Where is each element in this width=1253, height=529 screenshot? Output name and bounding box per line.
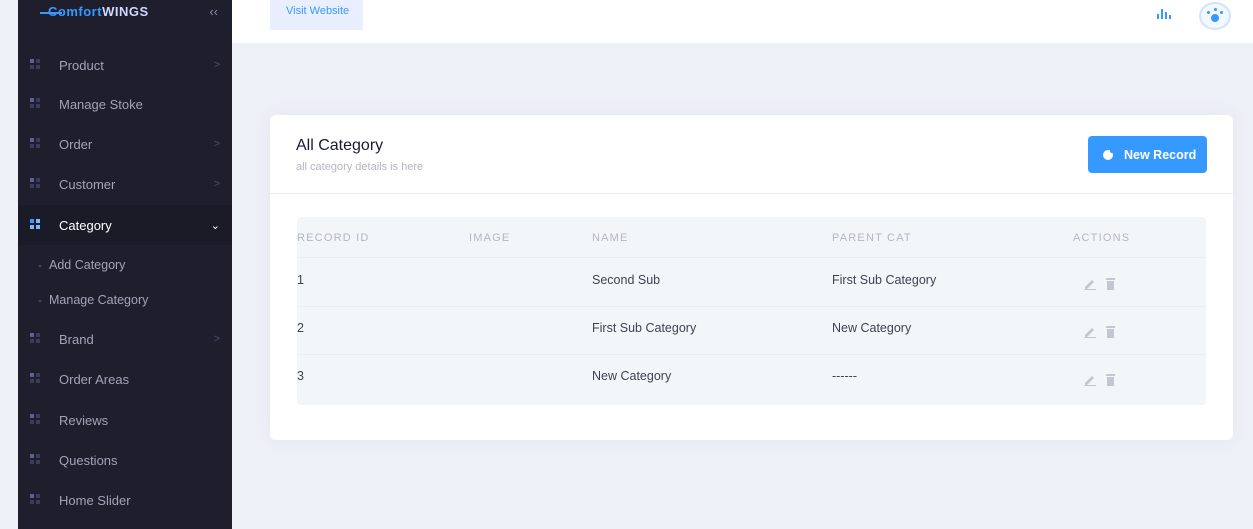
sidebar-item-label: Category — [59, 217, 112, 233]
grid-icon — [30, 333, 40, 343]
table-row: 1 Second Sub First Sub Category — [297, 259, 1206, 307]
new-record-label: New Record — [1124, 148, 1197, 162]
trash-icon[interactable] — [1106, 374, 1115, 386]
chevron-right-icon: > — [213, 178, 220, 190]
category-card: All Category all category details is her… — [270, 115, 1233, 440]
table-row: 3 New Category ------ — [297, 355, 1206, 403]
pencil-icon[interactable] — [1084, 374, 1096, 386]
cell-record-id: 3 — [297, 369, 304, 383]
column-header-image[interactable]: IMAGE — [469, 232, 510, 244]
sidebar-item-brand[interactable]: Brand > — [18, 319, 232, 359]
card-header: All Category all category details is her… — [270, 115, 1233, 194]
avatar[interactable] — [1199, 2, 1231, 30]
sidebar-item-label: Customer — [59, 176, 116, 192]
sidebar-subitem-label: Add Category — [49, 258, 126, 272]
sidebar-item-customer[interactable]: Customer > — [18, 164, 232, 204]
sidebar-item-order[interactable]: Order > — [18, 124, 232, 164]
grid-icon — [30, 454, 40, 464]
sidebar-item-label: Order Areas — [59, 371, 130, 387]
cell-parent-cat: First Sub Category — [832, 273, 937, 287]
pencil-icon[interactable] — [1084, 278, 1096, 290]
sidebar-item-label: Questions — [59, 452, 118, 468]
cell-parent-cat: ------ — [832, 369, 857, 383]
page-title: All Category — [296, 137, 384, 154]
page-subtitle: all category details is here — [296, 161, 424, 173]
sidebar-item-label: Product — [59, 57, 104, 73]
cell-name: Second Sub — [592, 273, 661, 287]
column-header-record-id[interactable]: RECORD ID — [297, 232, 370, 244]
sidebar-item-order-areas[interactable]: Order Areas — [18, 359, 232, 399]
sidebar-item-label: Home Slider — [59, 492, 131, 508]
cell-name: First Sub Category — [592, 321, 697, 335]
double-chevron-left-icon[interactable]: ‹‹ — [209, 4, 218, 19]
grid-icon — [30, 59, 40, 69]
sidebar-item-label: Brand — [59, 331, 94, 347]
column-header-name[interactable]: NAME — [592, 232, 629, 244]
sidebar-subitem-manage-category[interactable]: - Manage Category — [18, 282, 232, 318]
chevron-right-icon: > — [213, 59, 220, 71]
toggle-dot-icon — [1103, 149, 1114, 160]
new-record-button[interactable]: New Record — [1088, 136, 1207, 173]
sidebar: ComfortWINGS ‹‹ Product > Manage Stoke O… — [18, 0, 232, 529]
table-row: 2 First Sub Category New Category — [297, 307, 1206, 355]
table-header: RECORD ID IMAGE NAME PARENT CAT ACTIONS — [297, 217, 1206, 258]
cell-parent-cat: New Category — [832, 321, 912, 335]
sidebar-subitem-label: Manage Category — [49, 293, 149, 307]
sidebar-item-reviews[interactable]: Reviews — [18, 400, 232, 440]
cell-name: New Category — [592, 369, 672, 383]
grid-icon — [30, 178, 40, 188]
trash-icon[interactable] — [1106, 278, 1115, 290]
trash-icon[interactable] — [1106, 326, 1115, 338]
chevron-down-icon: ⌄ — [210, 219, 220, 232]
grid-icon — [30, 138, 40, 148]
grid-icon — [30, 98, 40, 108]
grid-icon — [30, 414, 40, 424]
sidebar-item-home-slider[interactable]: Home Slider — [18, 480, 232, 520]
cell-record-id: 1 — [297, 273, 304, 287]
top-header: Visit Website — [232, 0, 1253, 43]
bullet-dash: - — [38, 258, 42, 272]
pencil-icon[interactable] — [1084, 326, 1096, 338]
sidebar-item-category[interactable]: Category ⌄ — [18, 205, 232, 245]
grid-icon — [30, 373, 40, 383]
category-table: RECORD ID IMAGE NAME PARENT CAT ACTIONS … — [297, 217, 1206, 405]
brand: ComfortWINGS ‹‹ — [18, 0, 232, 30]
chevron-right-icon: > — [213, 333, 220, 345]
cell-record-id: 2 — [297, 321, 304, 335]
sidebar-item-questions[interactable]: Questions — [18, 440, 232, 480]
sidebar-item-manage-stoke[interactable]: Manage Stoke — [18, 84, 232, 124]
brand-logo[interactable]: ComfortWINGS — [48, 4, 149, 19]
grid-icon — [30, 219, 40, 229]
sidebar-item-label: Order — [59, 136, 93, 152]
bullet-dash: - — [38, 293, 42, 307]
chevron-right-icon: > — [213, 138, 220, 150]
stats-icon[interactable] — [1157, 9, 1171, 19]
sidebar-item-label: Reviews — [59, 412, 109, 428]
visit-website-button[interactable]: Visit Website — [270, 0, 363, 30]
sidebar-subitem-add-category[interactable]: - Add Category — [18, 247, 232, 283]
column-header-parent-cat[interactable]: PARENT CAT — [832, 232, 912, 244]
sidebar-item-label: Manage Stoke — [59, 96, 143, 112]
column-header-actions: ACTIONS — [1073, 232, 1131, 244]
grid-icon — [30, 494, 40, 504]
sidebar-item-product[interactable]: Product > — [18, 45, 232, 85]
